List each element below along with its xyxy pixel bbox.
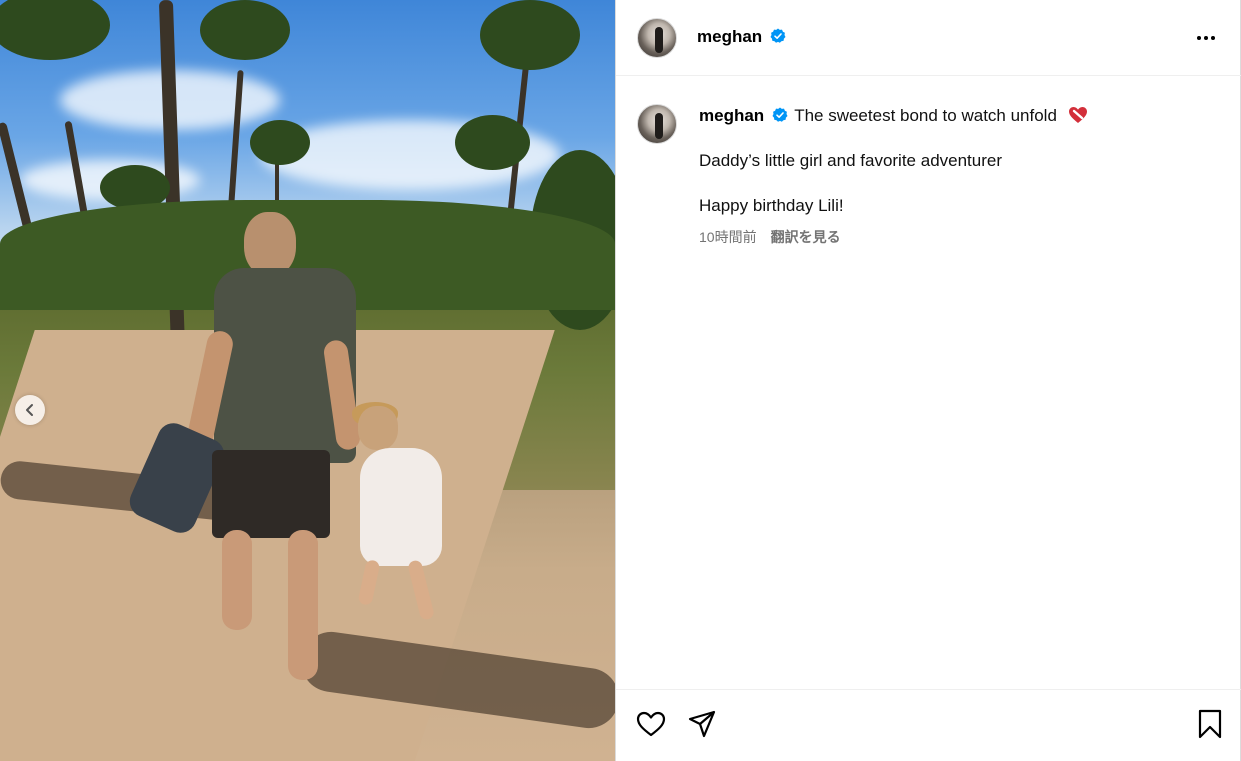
man-head — [244, 212, 296, 276]
carousel-prev-button[interactable] — [15, 395, 45, 425]
palm-frond — [250, 120, 310, 165]
caption-username[interactable]: meghan — [699, 106, 764, 125]
palm-frond — [480, 0, 580, 70]
caption-line-3: Happy birthday Lili! — [699, 196, 844, 215]
more-horizontal-icon — [1197, 36, 1201, 40]
bookmark-icon[interactable] — [1194, 708, 1226, 740]
see-translation-button[interactable]: 翻訳を見る — [771, 229, 841, 245]
verified-badge — [766, 28, 786, 47]
chevron-left-icon — [26, 404, 33, 416]
post-meta: 10時間前 翻訳を見る — [699, 227, 841, 247]
caption-first-line: meghan The sweetest bond to watch unfold — [699, 106, 1088, 126]
man-shorts — [212, 450, 330, 538]
post-detail-panel: meghan meghan The sweetest bond to watch… — [615, 0, 1241, 761]
caption-text: The sweetest bond to watch unfold — [794, 106, 1057, 125]
post-actions — [616, 689, 1241, 761]
heart-icon[interactable] — [635, 708, 667, 740]
avatar[interactable] — [637, 18, 677, 58]
girl-head — [358, 406, 398, 450]
palm-frond — [200, 0, 290, 60]
post-timestamp[interactable]: 10時間前 — [699, 229, 757, 245]
more-options-button[interactable] — [1192, 27, 1220, 49]
post-photo — [0, 0, 615, 761]
post-header: meghan — [616, 0, 1241, 76]
caption-line-2: Daddy’s little girl and favorite adventu… — [699, 151, 1003, 170]
header-username[interactable]: meghan — [697, 27, 762, 47]
verified-badge-icon — [770, 28, 786, 43]
palm-frond — [455, 115, 530, 170]
caption-avatar[interactable] — [637, 104, 677, 144]
mending-heart-emoji-icon — [1068, 107, 1087, 123]
man-leg — [222, 530, 252, 630]
verified-badge-icon — [772, 107, 788, 122]
send-icon[interactable] — [686, 708, 718, 740]
palm-frond — [0, 0, 110, 60]
man-leg — [288, 530, 318, 680]
girl-dress — [360, 448, 442, 566]
